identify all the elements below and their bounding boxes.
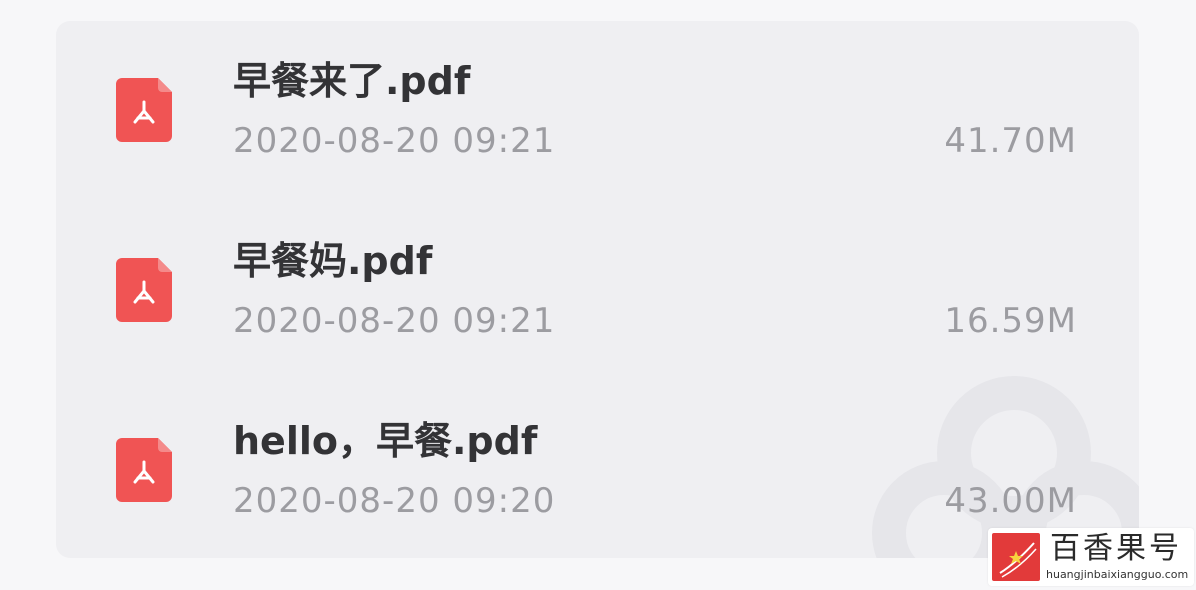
pdf-icon: [116, 258, 172, 322]
pdf-icon: [116, 438, 172, 502]
file-date: 2020-08-20 09:21: [233, 121, 556, 161]
file-name: 早餐妈.pdf: [233, 239, 433, 283]
file-name: hello，早餐.pdf: [233, 419, 538, 463]
file-row[interactable]: 早餐妈.pdf 2020-08-20 09:21 16.59M: [56, 201, 1139, 351]
file-list-card: 早餐来了.pdf 2020-08-20 09:21 41.70M 早餐妈.pdf…: [56, 21, 1139, 558]
file-row[interactable]: hello，早餐.pdf 2020-08-20 09:20 43.00M: [56, 381, 1139, 531]
file-date: 2020-08-20 09:21: [233, 301, 556, 341]
file-size: 41.70M: [944, 121, 1077, 161]
file-size: 43.00M: [944, 481, 1077, 521]
file-date: 2020-08-20 09:20: [233, 481, 556, 521]
file-name: 早餐来了.pdf: [233, 59, 471, 103]
pdf-icon: [116, 78, 172, 142]
file-row[interactable]: 早餐来了.pdf 2020-08-20 09:21 41.70M: [56, 21, 1139, 171]
watermark-badge: 百香果号 huangjinbaixiangguo.com: [988, 528, 1194, 586]
watermark-url: huangjinbaixiangguo.com: [1046, 568, 1189, 581]
watermark-title: 百香果号: [1050, 531, 1182, 566]
file-size: 16.59M: [944, 301, 1077, 341]
watermark-logo-icon: [992, 533, 1040, 581]
